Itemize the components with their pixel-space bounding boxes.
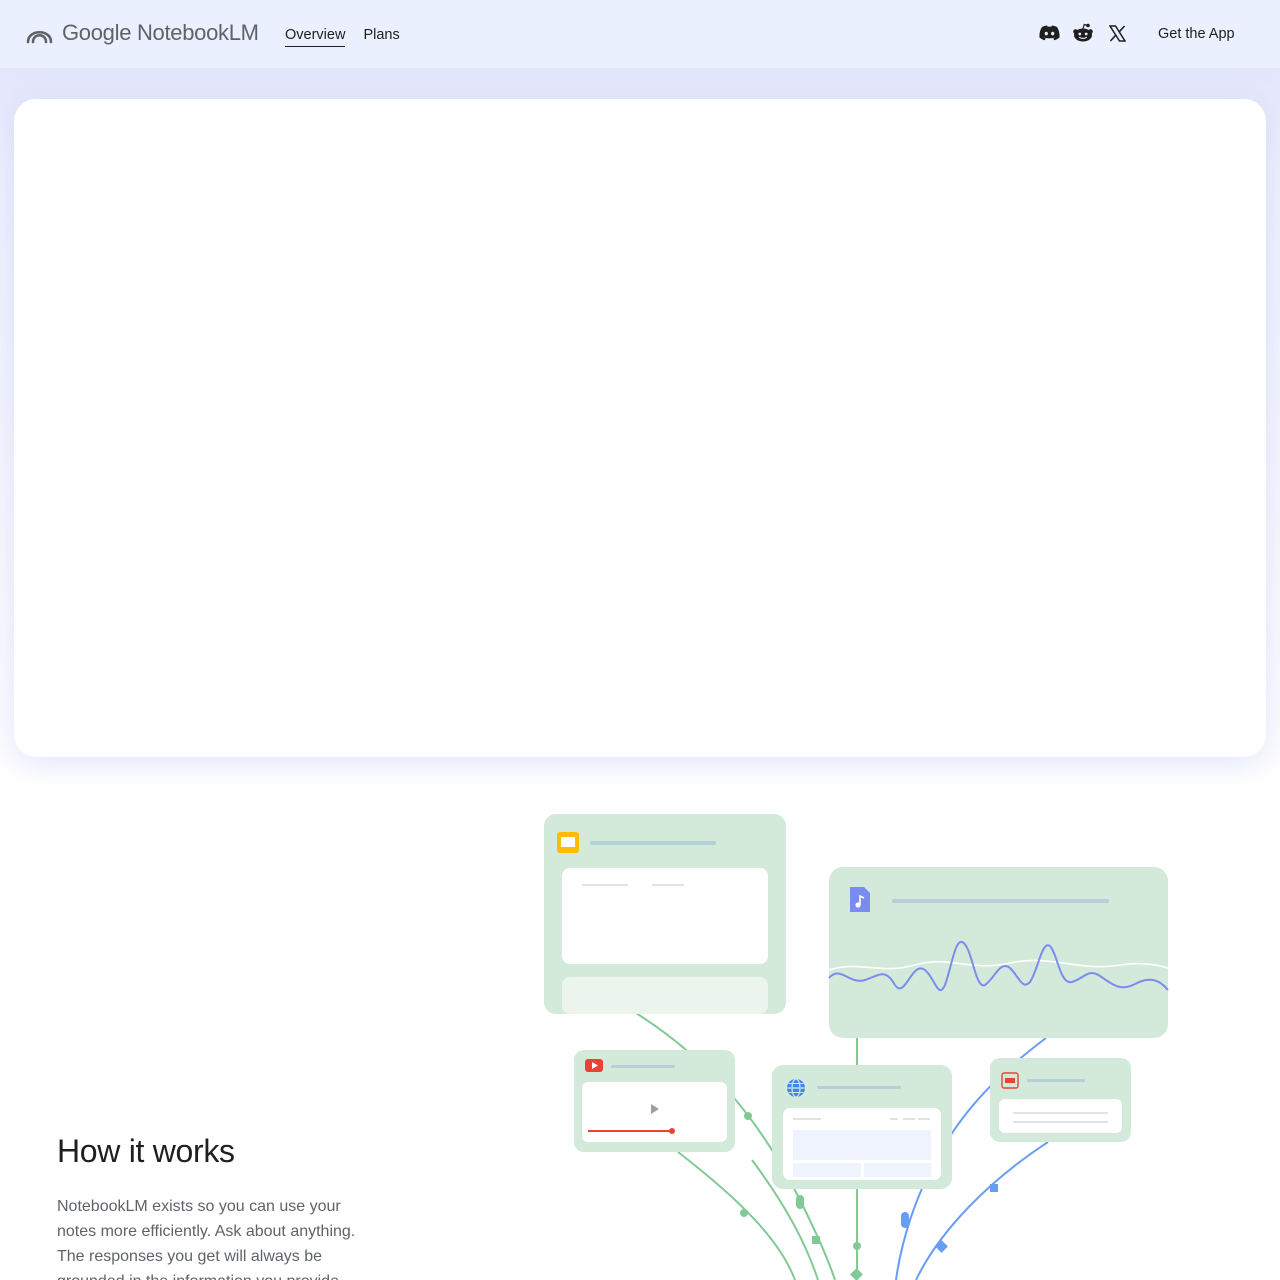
brand-product-text: NotebookLM — [136, 20, 259, 45]
sources-illustration — [544, 814, 1169, 1280]
web-globe-icon — [787, 1078, 805, 1098]
slides-source-card — [544, 814, 786, 1014]
brand-google-text: Google — [62, 20, 132, 45]
top-nav-bar: Google NotebookLM Overview Plans Get the… — [0, 0, 1280, 68]
main-nav: Overview Plans — [285, 27, 418, 47]
audio-source-card — [828, 867, 1169, 1038]
slides-icon — [557, 832, 579, 853]
x-icon[interactable] — [1106, 22, 1128, 44]
reddit-icon[interactable] — [1072, 22, 1094, 44]
nav-plans[interactable]: Plans — [363, 27, 399, 47]
youtube-icon — [585, 1059, 603, 1072]
get-the-app-link[interactable]: Get the App — [1158, 26, 1235, 42]
social-links — [1038, 22, 1140, 44]
brand-name: Google NotebookLM — [62, 20, 259, 46]
how-it-works-heading: How it works — [57, 1133, 235, 1169]
audio-file-icon — [850, 887, 870, 912]
hero-media-panel — [14, 99, 1266, 757]
nav-overview[interactable]: Overview — [285, 27, 346, 47]
brand-logo[interactable]: Google NotebookLM — [26, 20, 259, 46]
pdf-source-card — [990, 1058, 1131, 1142]
discord-icon[interactable] — [1038, 22, 1060, 44]
youtube-source-card — [574, 1050, 735, 1152]
notebooklm-arcs-icon — [26, 30, 53, 44]
how-it-works-description: NotebookLM exists so you can use your no… — [57, 1198, 356, 1280]
web-source-card — [772, 1065, 952, 1189]
